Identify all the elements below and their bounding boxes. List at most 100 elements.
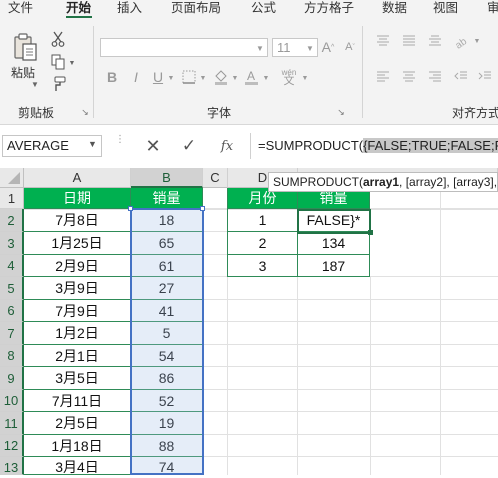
align-bottom-icon[interactable] [426, 32, 444, 50]
table2-month-cell[interactable]: 2 [228, 232, 298, 255]
row-header-12[interactable]: 12 [0, 435, 24, 457]
table1-date-cell[interactable]: 2月1日 [24, 345, 131, 367]
orientation-dropdown-icon[interactable]: ▼ [472, 36, 482, 46]
row-header-4[interactable]: 4 [0, 255, 24, 277]
menu-fangfang[interactable]: 方方格子 [304, 0, 354, 18]
fill-handle[interactable] [368, 230, 373, 235]
name-box-dropdown-icon[interactable]: ▼ [88, 139, 97, 149]
table1-sales-cell[interactable]: 41 [131, 300, 203, 322]
table2-month-cell[interactable]: 3 [228, 255, 298, 277]
menu-view[interactable]: 视图 [433, 0, 458, 18]
table1-sales-cell[interactable]: 54 [131, 345, 203, 367]
table1-sales-cell[interactable]: 88 [131, 435, 203, 457]
column-header-b[interactable]: B [131, 168, 203, 188]
row-header-2[interactable]: 2 [0, 209, 24, 232]
table1-sales-cell[interactable]: 61 [131, 255, 203, 277]
row-header-6[interactable]: 6 [0, 300, 24, 322]
table1-sales-cell[interactable]: 86 [131, 367, 203, 390]
table1-date-cell[interactable]: 3月5日 [24, 367, 131, 390]
menu-data[interactable]: 数据 [382, 0, 407, 18]
font-name-dropdown-icon[interactable]: ▼ [254, 42, 266, 54]
table1-date-cell[interactable]: 1月18日 [24, 435, 131, 457]
row-header-3[interactable]: 3 [0, 232, 24, 255]
row-header-1[interactable]: 1 [0, 188, 24, 209]
table1-sales-cell[interactable]: 27 [131, 277, 203, 300]
table1-date-cell[interactable]: 2月9日 [24, 255, 131, 277]
table1-header-sales[interactable]: 销量 [131, 188, 203, 209]
borders-dropdown-icon[interactable]: ▼ [198, 73, 208, 83]
align-middle-icon[interactable] [400, 32, 418, 50]
format-painter-icon[interactable] [50, 76, 66, 92]
align-top-icon[interactable] [374, 32, 392, 50]
menu-page-layout[interactable]: 页面布局 [171, 0, 221, 18]
function-argument-tooltip[interactable]: SUMPRODUCT(array1, [array2], [array3], .… [268, 172, 498, 192]
table1-date-cell[interactable]: 7月11日 [24, 390, 131, 412]
copy-dropdown-icon[interactable]: ▼ [68, 59, 76, 67]
row-header-8[interactable]: 8 [0, 345, 24, 367]
font-color-dropdown-icon[interactable]: ▼ [261, 73, 271, 83]
table1-date-cell[interactable]: 3月4日 [24, 457, 131, 475]
selection-handle[interactable] [128, 206, 133, 211]
table1-date-cell[interactable]: 2月5日 [24, 412, 131, 435]
table2-sales-cell[interactable]: 134 [298, 232, 370, 255]
align-right-icon[interactable] [426, 68, 444, 86]
table1-date-cell[interactable]: 7月9日 [24, 300, 131, 322]
paste-icon[interactable] [12, 32, 40, 62]
menu-review[interactable]: 审 [487, 0, 498, 18]
underline-dropdown-icon[interactable]: ▼ [166, 73, 176, 83]
select-all-corner[interactable] [0, 168, 24, 188]
phonetic-dropdown-icon[interactable]: ▼ [300, 73, 310, 83]
underline-button[interactable]: U [150, 68, 166, 86]
menu-insert[interactable]: 插入 [117, 0, 142, 18]
row-header-13[interactable]: 13 [0, 457, 24, 475]
cut-icon[interactable] [50, 31, 66, 47]
column-header-c[interactable]: C [203, 168, 228, 188]
table1-header-date[interactable]: 日期 [24, 188, 131, 209]
bold-button[interactable]: B [104, 68, 120, 86]
row-header-7[interactable]: 7 [0, 322, 24, 345]
fill-color-dropdown-icon[interactable]: ▼ [230, 73, 240, 83]
decrease-font-icon[interactable]: Aˇ [342, 38, 358, 56]
insert-function-icon[interactable]: fx [214, 134, 240, 158]
row-header-5[interactable]: 5 [0, 277, 24, 300]
phonetic-icon[interactable]: wén 文 [278, 66, 300, 88]
row-header-10[interactable]: 10 [0, 390, 24, 412]
menu-file[interactable]: 文件 [8, 0, 33, 18]
cancel-icon[interactable]: ✕ [140, 134, 166, 158]
paste-dropdown-icon[interactable]: ▼ [30, 80, 40, 89]
table2-sales-cell-editing[interactable]: FALSE}* [298, 209, 370, 232]
table1-sales-cell[interactable]: 52 [131, 390, 203, 412]
column-header-a[interactable]: A [24, 168, 131, 188]
enter-check-icon[interactable]: ✓ [176, 134, 202, 158]
table1-date-cell[interactable]: 3月9日 [24, 277, 131, 300]
increase-font-icon[interactable]: A ^ [320, 38, 336, 56]
selection-handle[interactable] [200, 206, 205, 211]
increase-indent-icon[interactable] [476, 68, 494, 86]
fill-color-icon[interactable] [212, 68, 230, 86]
table1-date-cell[interactable]: 7月8日 [24, 209, 131, 232]
font-size-dropdown-icon[interactable]: ▼ [304, 42, 316, 54]
tooltip-current-arg[interactable]: array1 [363, 175, 399, 189]
table1-sales-cell[interactable]: 18 [131, 209, 203, 232]
row-header-9[interactable]: 9 [0, 367, 24, 390]
clipboard-launcher-icon[interactable]: ↘ [80, 107, 90, 117]
row-header-11[interactable]: 11 [0, 412, 24, 435]
table2-sales-cell[interactable]: 187 [298, 255, 370, 277]
borders-icon[interactable] [181, 69, 197, 85]
table1-date-cell[interactable]: 1月2日 [24, 322, 131, 345]
table1-date-cell[interactable]: 1月25日 [24, 232, 131, 255]
paste-button[interactable]: 粘贴 [11, 64, 35, 81]
italic-button[interactable]: I [128, 68, 144, 86]
formula-bar-grip-icon[interactable]: ⋮ [115, 135, 125, 155]
menu-formulas[interactable]: 公式 [251, 0, 276, 18]
align-center-icon[interactable] [400, 68, 418, 86]
orientation-icon[interactable]: ab [452, 32, 470, 50]
table1-sales-cell[interactable]: 65 [131, 232, 203, 255]
font-launcher-icon[interactable]: ↘ [336, 107, 346, 117]
copy-icon[interactable] [50, 54, 66, 70]
decrease-indent-icon[interactable] [452, 68, 470, 86]
font-color-icon[interactable]: A [243, 68, 259, 86]
align-left-icon[interactable] [374, 68, 392, 86]
table1-sales-cell[interactable]: 19 [131, 412, 203, 435]
table1-sales-cell[interactable]: 5 [131, 322, 203, 345]
